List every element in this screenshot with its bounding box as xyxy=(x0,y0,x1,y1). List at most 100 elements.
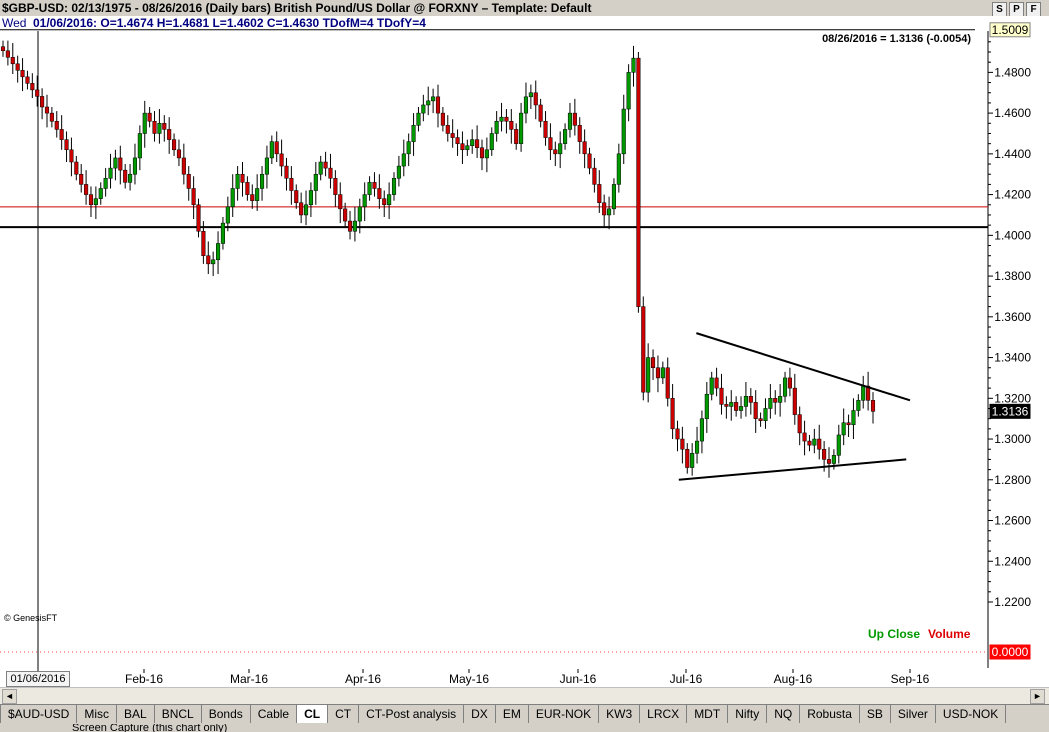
candle-body xyxy=(416,112,421,126)
y-tick-label: 1.2800 xyxy=(994,473,1031,487)
scroll-left-icon[interactable]: ◄ xyxy=(2,689,17,704)
candle-body xyxy=(35,89,40,97)
candle-body xyxy=(523,96,529,114)
tab-mdt[interactable]: MDT xyxy=(687,705,729,723)
candle-body xyxy=(675,428,680,440)
candle-body xyxy=(826,459,832,464)
candle-body xyxy=(729,402,734,407)
tab-cable[interactable]: Cable xyxy=(250,705,298,723)
tab-lrcx[interactable]: LRCX xyxy=(640,705,688,723)
candle-body xyxy=(699,418,704,442)
status-row: Screen Capture (this chart only) xyxy=(0,724,1049,732)
candle-body xyxy=(846,422,851,426)
candle-body xyxy=(201,231,206,256)
candle-body xyxy=(289,178,294,191)
candle-body xyxy=(84,184,89,195)
candle-body xyxy=(196,204,201,232)
candle-body xyxy=(748,396,753,403)
candle-body xyxy=(494,121,499,134)
candle-body xyxy=(465,145,470,151)
candle-body xyxy=(440,112,445,126)
tab-eur-nok[interactable]: EUR-NOK xyxy=(528,705,600,723)
candle-body xyxy=(435,96,441,114)
y-tick-label: 1.4400 xyxy=(994,147,1031,161)
candle-body xyxy=(817,438,822,450)
price-chart[interactable]: 1.4800 1.4600 1.4400 1.4200 1.4000 1.3800 1.36… xyxy=(0,0,1049,732)
candle-body xyxy=(543,121,548,138)
candle-body xyxy=(621,108,626,155)
candle-body xyxy=(284,165,289,179)
candle-body xyxy=(362,194,367,208)
candle-body xyxy=(602,202,607,216)
tab-em[interactable]: EM xyxy=(495,705,529,723)
candle-body xyxy=(259,173,265,189)
candle-body xyxy=(778,396,783,403)
candle-body xyxy=(98,188,103,199)
candle-body xyxy=(147,112,152,122)
candle-body xyxy=(822,448,827,460)
y-tick-label: 1.3800 xyxy=(994,269,1031,283)
tab-bncl[interactable]: BNCL xyxy=(154,705,202,723)
tab-sb[interactable]: SB xyxy=(859,705,891,723)
candle-body xyxy=(240,173,245,183)
tab-misc[interactable]: Misc xyxy=(77,705,118,723)
candle-body xyxy=(807,440,812,446)
candle-body xyxy=(255,188,260,201)
candle-body xyxy=(176,149,182,159)
cursor-date-box: 01/06/2016 xyxy=(6,671,70,687)
tab-nifty[interactable]: Nifty xyxy=(728,705,768,723)
horizontal-scrollbar[interactable]: ◄ ► xyxy=(0,687,1049,704)
status-text: Screen Capture (this chart only) xyxy=(72,724,228,732)
candle-body xyxy=(44,106,50,114)
candle-body xyxy=(108,167,113,179)
candle-body xyxy=(694,440,700,454)
candle-body xyxy=(626,72,631,110)
candle-body xyxy=(709,377,714,395)
tab-ct[interactable]: CT xyxy=(328,705,360,723)
candle-body xyxy=(162,123,167,130)
candle-body xyxy=(230,188,235,208)
candle-body xyxy=(103,178,108,189)
candle-body xyxy=(406,141,411,155)
candle-body xyxy=(597,184,602,203)
candle-body xyxy=(132,157,138,175)
candle-body xyxy=(338,194,343,210)
candle-body xyxy=(870,400,876,412)
candle-body xyxy=(851,410,856,426)
tab-robusta[interactable]: Robusta xyxy=(800,705,860,723)
candle-body xyxy=(460,143,465,151)
candle-body xyxy=(743,396,748,407)
candle-body xyxy=(831,455,836,464)
candle-body xyxy=(269,141,274,159)
candle-body xyxy=(74,161,79,175)
candle-body xyxy=(861,385,866,401)
candle-body xyxy=(308,190,313,206)
candle-body xyxy=(113,157,118,169)
upper-trendline xyxy=(696,332,911,402)
scroll-right-icon[interactable]: ► xyxy=(1030,689,1045,704)
candle-body xyxy=(577,125,582,142)
tab-silver[interactable]: Silver xyxy=(890,705,936,723)
tab-cl[interactable]: CL xyxy=(297,705,329,723)
tab-bal[interactable]: BAL xyxy=(117,705,155,723)
lower-trendline xyxy=(678,458,907,481)
candle-body xyxy=(69,149,74,163)
tab-dx[interactable]: DX xyxy=(464,705,496,723)
candle-body xyxy=(279,153,284,167)
tab-bonds[interactable]: Bonds xyxy=(201,705,251,723)
candle-body xyxy=(445,125,450,134)
candle-body xyxy=(856,400,861,411)
tab-nq[interactable]: NQ xyxy=(767,705,801,723)
tab-kw3[interactable]: KW3 xyxy=(599,705,641,723)
x-tick-label: May-16 xyxy=(449,672,489,686)
tab-usd-nok[interactable]: USD-NOK xyxy=(935,705,1007,723)
high-price-label: 1.5009 xyxy=(992,23,1029,37)
y-tick-label: 1.2200 xyxy=(994,595,1031,609)
candle-body xyxy=(538,104,543,122)
candle-body xyxy=(421,104,426,114)
candle-body xyxy=(690,453,695,468)
tab-aud-usd[interactable]: $AUD-USD xyxy=(0,705,78,723)
y-tick-label: 1.4000 xyxy=(994,228,1031,242)
tab-ct-post-analysis[interactable]: CT-Post analysis xyxy=(359,705,465,723)
candle-body xyxy=(40,96,45,108)
